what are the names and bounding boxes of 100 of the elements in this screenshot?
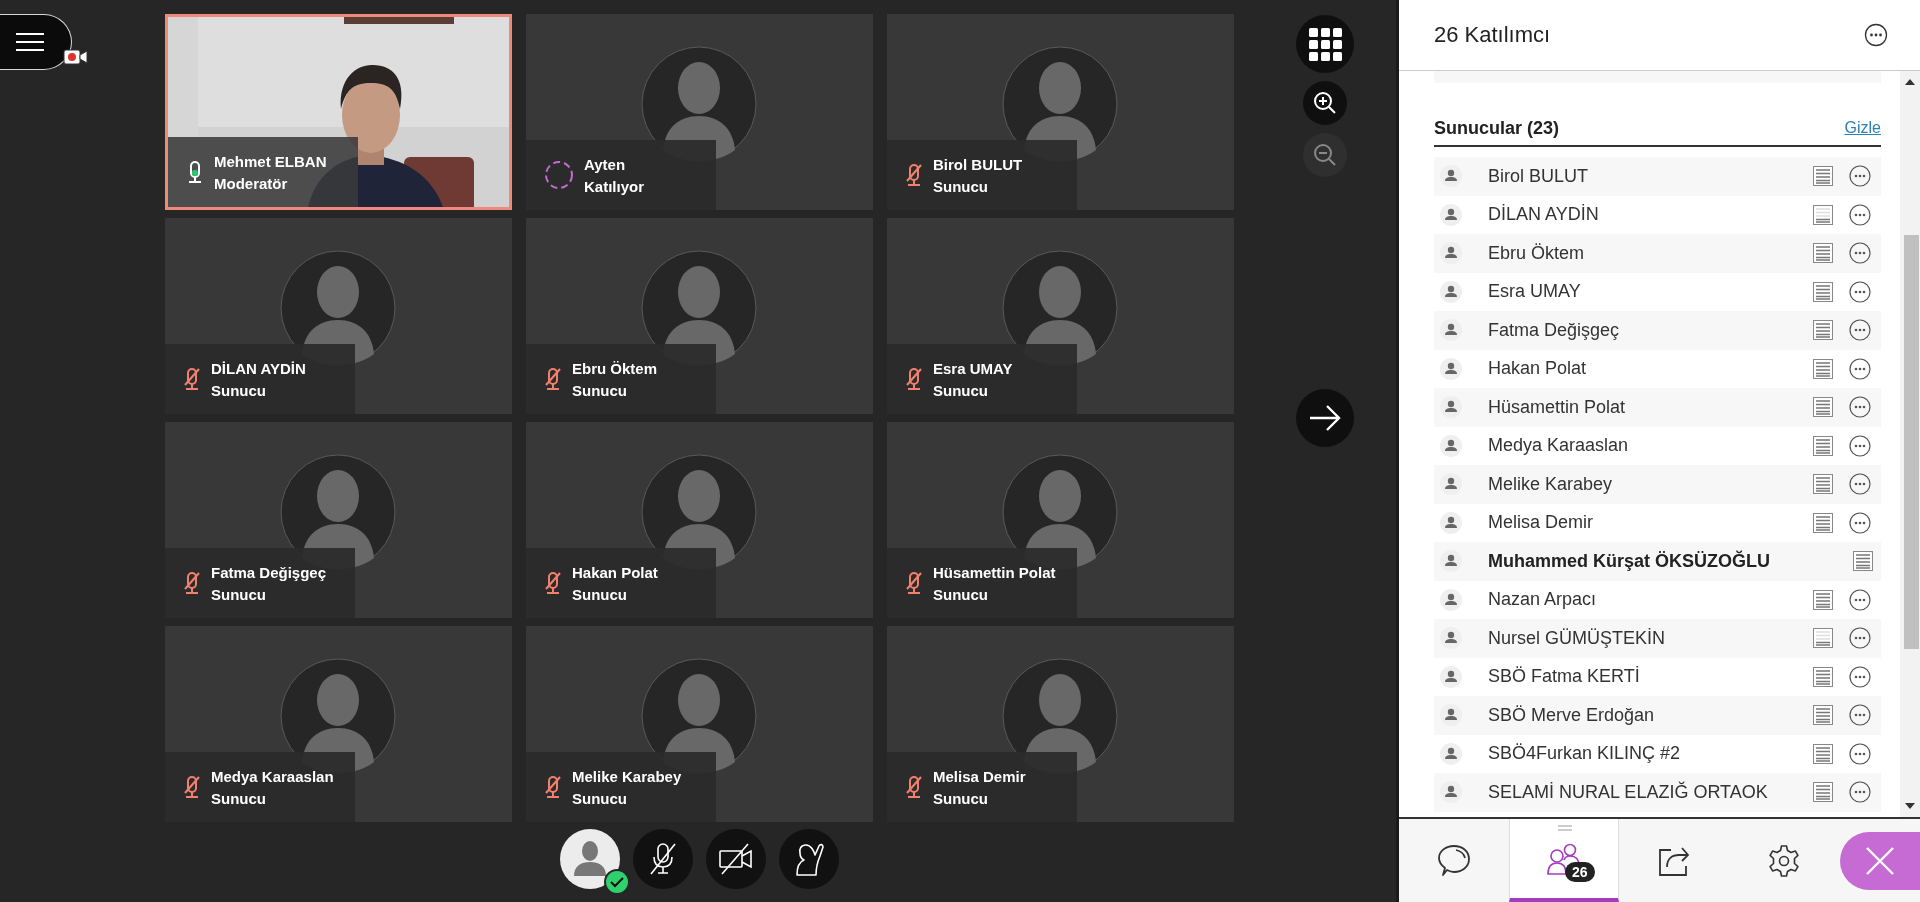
- count-badge: 26: [1565, 861, 1595, 882]
- more-icon[interactable]: [1849, 627, 1871, 650]
- drag-handle-icon: [1558, 825, 1572, 831]
- participant-role: Katılıyor: [584, 177, 644, 195]
- participant-name: Mehmet ELBAN: [214, 152, 327, 170]
- menu-icon: [14, 32, 45, 52]
- person-icon: [1440, 550, 1462, 573]
- scroll-up-icon[interactable]: [1905, 79, 1915, 85]
- scroll-down-icon[interactable]: [1905, 803, 1915, 809]
- scrollbar-thumb[interactable]: [1904, 235, 1919, 649]
- more-icon[interactable]: [1849, 511, 1871, 534]
- participant-name: SBÖ4Furkan KILINÇ #2: [1488, 743, 1682, 765]
- participant-row[interactable]: Nazan Arpacı: [1434, 580, 1881, 619]
- participant-role: Sunucu: [572, 789, 628, 807]
- participant-name: Hakan Polat: [1488, 358, 1588, 380]
- participant-row[interactable]: SBÖ4Furkan KILINÇ #2: [1434, 734, 1881, 773]
- participant-role: Sunucu: [572, 585, 628, 603]
- hide-link[interactable]: Gizle: [1844, 119, 1881, 137]
- avatar-icon: [572, 840, 608, 878]
- participants-tab[interactable]: 26: [1509, 819, 1619, 902]
- person-icon: [1440, 242, 1462, 265]
- grid-icon: [1308, 27, 1342, 61]
- participant-row[interactable]: Medya Karaaslan: [1434, 426, 1881, 465]
- more-icon[interactable]: [1849, 588, 1871, 611]
- participant-name: Medya Karaaslan: [211, 767, 334, 785]
- more-icon[interactable]: [1849, 357, 1871, 380]
- participant-row[interactable]: Melike Karabey: [1434, 465, 1881, 504]
- person-icon: [1440, 781, 1462, 804]
- participant-name: Ayten: [584, 155, 627, 173]
- settings-icon: [1767, 843, 1801, 878]
- participant-name: Hüsamettin Polat: [1488, 396, 1627, 418]
- participant-name: Melisa Demir: [933, 767, 1026, 785]
- arrow-right-icon: [1308, 404, 1342, 432]
- participant-role: Sunucu: [933, 585, 989, 603]
- participant-role: Sunucu: [933, 177, 989, 195]
- menu-button[interactable]: [0, 14, 72, 70]
- person-icon: [1440, 665, 1462, 688]
- participant-row[interactable]: SBÖ Fatma KERTİ: [1434, 657, 1881, 696]
- raised-hand-icon: [793, 841, 825, 877]
- my-status-button[interactable]: [560, 829, 620, 889]
- participant-row[interactable]: Melisa Demir: [1434, 503, 1881, 542]
- participant-name: Melike Karabey: [1488, 473, 1614, 495]
- participant-row[interactable]: Nursel GÜMÜŞTEKİN: [1434, 619, 1881, 658]
- participant-name: Melike Karabey: [572, 767, 682, 785]
- more-icon[interactable]: [1849, 742, 1871, 765]
- person-icon: [1440, 742, 1462, 765]
- person-icon: [1440, 357, 1462, 380]
- more-icon[interactable]: [1849, 242, 1871, 265]
- more-icon[interactable]: [1849, 665, 1871, 688]
- participant-name: SBÖ Merve Erdoğan: [1488, 704, 1656, 726]
- participant-role: Sunucu: [211, 789, 267, 807]
- participant-row[interactable]: Ebru Öktem: [1434, 234, 1881, 273]
- participant-role: Sunucu: [211, 585, 267, 603]
- more-icon[interactable]: [1849, 319, 1871, 342]
- more-icon[interactable]: [1849, 396, 1871, 419]
- participant-name: Melisa Demir: [1488, 512, 1594, 534]
- participant-row[interactable]: DİLAN AYDİN: [1434, 195, 1881, 234]
- participant-name: Birol BULUT: [933, 155, 1023, 173]
- participant-row[interactable]: Hakan Polat: [1434, 349, 1881, 388]
- participant-name: Ebru Öktem: [1488, 242, 1586, 264]
- participant-row[interactable]: SBÖ Merve Erdoğan: [1434, 696, 1881, 735]
- close-button[interactable]: [1840, 832, 1920, 890]
- participant-role: Sunucu: [572, 381, 628, 399]
- participant-name: Esra UMAY: [933, 359, 1013, 377]
- chat-icon: [1436, 842, 1472, 879]
- zoom-in-icon: [1313, 91, 1337, 115]
- zoom-in-button[interactable]: [1303, 81, 1347, 125]
- participant-role: Sunucu: [933, 381, 989, 399]
- participant-row[interactable]: Fatma Değişgeç: [1434, 311, 1881, 350]
- more-icon[interactable]: [1849, 165, 1871, 188]
- person-icon: [1440, 473, 1462, 496]
- participant-role: Sunucu: [211, 381, 267, 399]
- person-icon: [1440, 280, 1462, 303]
- more-icon[interactable]: [1849, 781, 1871, 804]
- participant-name: Ebru Öktem: [572, 359, 658, 377]
- participant-role: Moderatör: [214, 174, 289, 192]
- participant-row[interactable]: SELAMİ NURAL ELAZIĞ ORTAOK: [1434, 773, 1881, 812]
- more-icon[interactable]: [1849, 704, 1871, 727]
- more-icon[interactable]: [1849, 280, 1871, 303]
- participant-name: Hakan Polat: [572, 563, 658, 581]
- participant-name: Muhammed Kürşat ÖKSÜZOĞLU: [1488, 550, 1772, 572]
- more-icon[interactable]: [1849, 203, 1871, 226]
- scrollbar[interactable]: [1900, 71, 1920, 817]
- person-icon: [1440, 588, 1462, 611]
- participant-row[interactable]: Esra UMAY: [1434, 272, 1881, 311]
- participant-name: Nazan Arpacı: [1488, 589, 1598, 611]
- participant-role: Sunucu: [933, 789, 989, 807]
- more-icon[interactable]: [1849, 473, 1871, 496]
- participant-row[interactable]: Birol BULUT: [1434, 157, 1881, 196]
- panel-title: 26 Katılımcı: [1434, 22, 1551, 48]
- participant-name: Esra UMAY: [1488, 281, 1582, 303]
- person-icon: [1440, 434, 1462, 457]
- more-icon[interactable]: [1849, 434, 1871, 457]
- participant-row[interactable]: Hüsamettin Polat: [1434, 388, 1881, 427]
- more-button[interactable]: [1864, 23, 1888, 47]
- more-icon: [1864, 23, 1888, 47]
- participant-name: Hüsamettin Polat: [933, 563, 1056, 581]
- participant-name: DİLAN AYDİN: [1488, 204, 1600, 226]
- participant-name: Birol BULUT: [1488, 165, 1590, 187]
- participant-row[interactable]: Muhammed Kürşat ÖKSÜZOĞLU: [1434, 542, 1881, 581]
